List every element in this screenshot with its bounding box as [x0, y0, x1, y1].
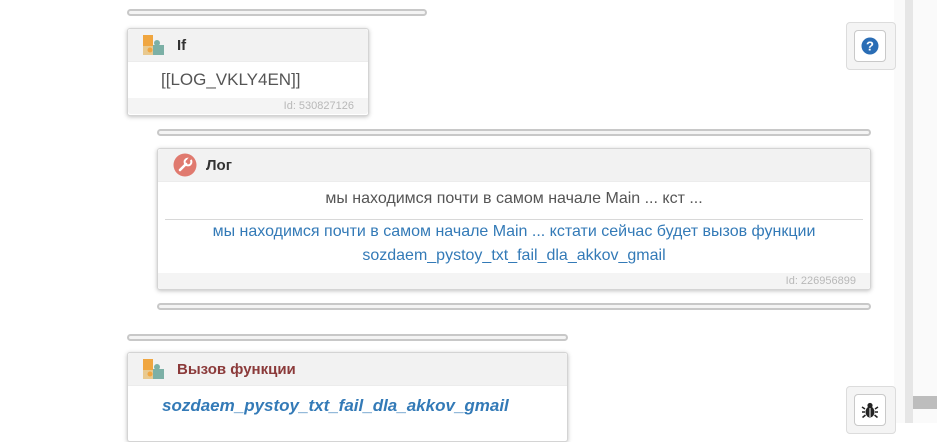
log-summary: мы находимся почти в самом начале Main .…: [325, 190, 703, 207]
log-block-header: Лог: [158, 149, 870, 182]
log-block-id: Id: 226956899: [785, 275, 856, 287]
svg-text:?: ?: [866, 39, 874, 54]
log-divider: [165, 219, 863, 220]
call-block-header: Вызов функции: [128, 353, 567, 386]
log-message-line2: sozdaem_pystoy_txt_fail_dla_akkov_gmail: [362, 247, 666, 264]
if-block-title: If: [177, 36, 187, 54]
log-block-title: Лог: [206, 156, 232, 174]
scrollbar-track[interactable]: [905, 0, 913, 423]
if-condition: [[LOG_VKLY4EN]]: [161, 70, 301, 89]
call-block-title: Вызов функции: [177, 360, 296, 378]
scrollbar-thumb[interactable]: [913, 396, 937, 409]
log-id-strip: [158, 273, 870, 289]
connector-bar-log-top: [157, 129, 871, 136]
bug-icon: [861, 402, 879, 419]
if-block[interactable]: If [[LOG_VKLY4EN]] Id: 530827126: [127, 28, 369, 116]
if-block-header: If: [128, 29, 368, 62]
log-block[interactable]: Лог мы находимся почти в самом начале Ma…: [157, 148, 871, 290]
right-gutter: [894, 0, 937, 423]
if-block-id: Id: 530827126: [283, 100, 354, 112]
question-circle-icon: ?: [861, 37, 879, 55]
call-block[interactable]: Вызов функции sozdaem_pystoy_txt_fail_dl…: [127, 352, 568, 442]
puzzle-icon: [143, 359, 164, 379]
log-message-line1: мы находимся почти в самом начале Main .…: [212, 223, 816, 240]
wrench-icon: [173, 153, 197, 177]
debug-button[interactable]: [854, 394, 886, 426]
puzzle-icon: [143, 35, 164, 55]
connector-bar-call-top: [127, 334, 568, 341]
connector-bar-log-bottom: [157, 303, 871, 310]
connector-bar-top: [127, 9, 427, 16]
help-button[interactable]: ?: [854, 30, 886, 62]
call-function-name[interactable]: sozdaem_pystoy_txt_fail_dla_akkov_gmail: [162, 396, 509, 416]
